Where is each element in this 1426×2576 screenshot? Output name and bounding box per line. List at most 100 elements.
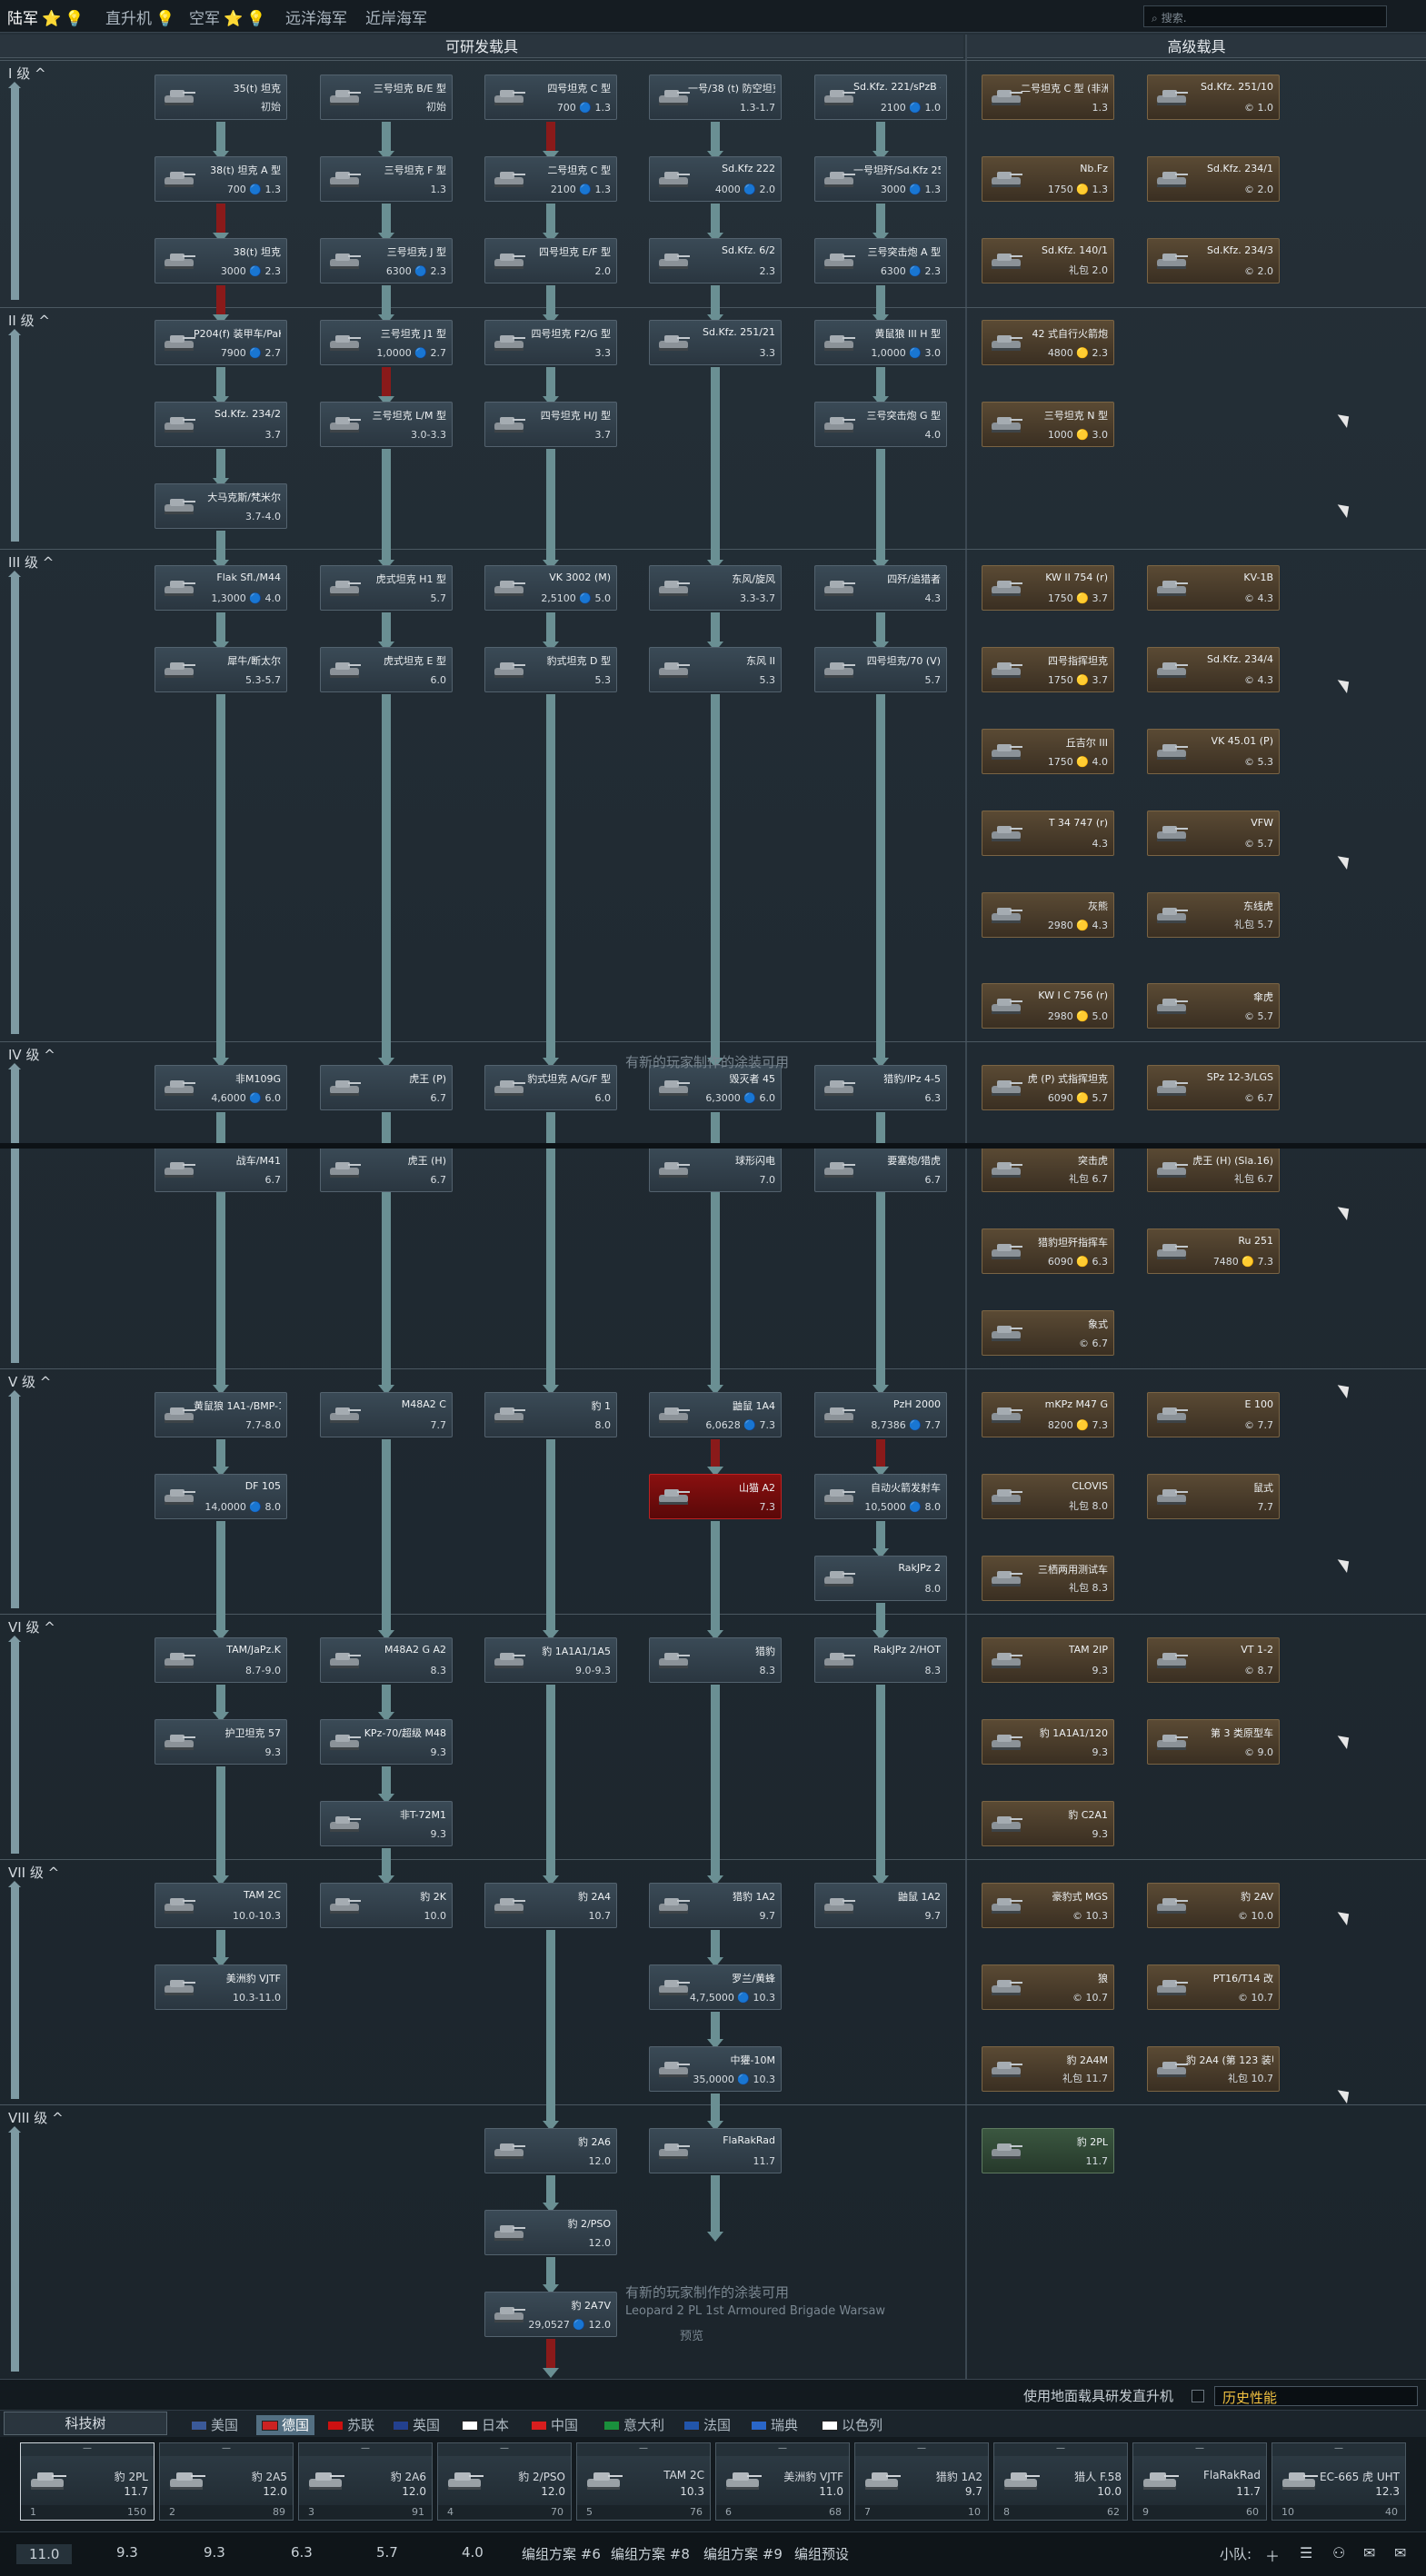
vehicle-card[interactable]: 猎豹/IPz 4-5 6.3 bbox=[814, 1065, 947, 1110]
preset-tab[interactable]: 编组预设 bbox=[794, 2544, 849, 2563]
vehicle-card[interactable]: 三号坦克 J1 型 1,0000 🔵 2.7 bbox=[320, 320, 453, 365]
vehicle-card[interactable]: 豹 1A1A1/1A5 9.0-9.3 bbox=[484, 1637, 617, 1683]
vehicle-card[interactable]: 山猫 A2 7.3 bbox=[649, 1474, 782, 1519]
preset-tab[interactable]: 编组方案 #8 bbox=[611, 2544, 690, 2563]
vehicle-card[interactable]: 虎 (P) 式指挥坦克 6090 🟡 5.7 bbox=[982, 1065, 1114, 1110]
vehicle-card[interactable]: Sd.Kfz. 6/2 2.3 bbox=[649, 238, 782, 283]
vehicle-card[interactable]: 黄鼠狼 1A1-/BMP-1 7.7-8.0 bbox=[155, 1392, 287, 1437]
vehicle-card[interactable]: KV-1B © 4.3 bbox=[1147, 565, 1280, 611]
tech-tree-button[interactable]: 科技树 bbox=[4, 2412, 167, 2435]
plus-icon[interactable]: ＋ bbox=[1265, 2544, 1280, 2566]
vehicle-card[interactable]: 豪豹式 MGS © 10.3 bbox=[982, 1883, 1114, 1928]
vehicle-card[interactable]: Ru 251 7480 🟡 7.3 bbox=[1147, 1228, 1280, 1274]
vehicle-card[interactable]: VFW © 5.7 bbox=[1147, 811, 1280, 856]
vehicle-card[interactable]: 豹式坦克 A/G/F 型 6.0 bbox=[484, 1065, 617, 1110]
nation-tab[interactable]: 德国 bbox=[256, 2415, 315, 2435]
crew-slot[interactable]: — 猎豹 1A2 9.7 7 10 bbox=[854, 2442, 989, 2521]
nation-tab[interactable]: 法国 bbox=[683, 2415, 731, 2435]
vehicle-card[interactable]: 35(t) 坦克 初始 bbox=[155, 75, 287, 120]
vehicle-card[interactable]: 鼬鼠 1A2 9.7 bbox=[814, 1883, 947, 1928]
vehicle-card[interactable]: 四号坦克 H/J 型 3.7 bbox=[484, 402, 617, 447]
list-icon[interactable]: ☰ bbox=[1300, 2544, 1312, 2561]
rank-label[interactable]: VIII 级 ^ bbox=[8, 2108, 64, 2127]
vehicle-card[interactable]: 猎豹 1A2 9.7 bbox=[649, 1883, 782, 1928]
vehicle-card[interactable]: VT 1-2 © 8.7 bbox=[1147, 1637, 1280, 1683]
vehicle-card[interactable]: 犀牛/断太尔 5.3-5.7 bbox=[155, 647, 287, 692]
vehicle-card[interactable]: Sd.Kfz. 221/sPzB 41 2100 🔵 1.0 bbox=[814, 75, 947, 120]
vehicle-card[interactable]: 东线虎 礼包 5.7 bbox=[1147, 892, 1280, 938]
vehicle-card[interactable]: 虎式坦克 E 型 6.0 bbox=[320, 647, 453, 692]
vehicle-card[interactable]: 豹式坦克 D 型 5.3 bbox=[484, 647, 617, 692]
preset-br-tab[interactable]: 9.3 bbox=[204, 2544, 225, 2561]
vehicle-card[interactable]: 四号坦克 F2/G 型 3.3 bbox=[484, 320, 617, 365]
vehicle-card[interactable]: 豹 2A4 10.7 bbox=[484, 1883, 617, 1928]
vehicle-card[interactable]: 三栖两用测试车 礼包 8.3 bbox=[982, 1556, 1114, 1601]
vehicle-card[interactable]: KPz-70/超级 M48 9.3 bbox=[320, 1719, 453, 1765]
crew-slot[interactable]: — 豹 2A6 12.0 3 91 bbox=[298, 2442, 433, 2521]
vehicle-card[interactable]: 豹 1A1A1/120 9.3 bbox=[982, 1719, 1114, 1765]
nation-tab[interactable]: 意大利 bbox=[603, 2415, 664, 2435]
vehicle-card[interactable]: 42 式自行火箭炮 4800 🟡 2.3 bbox=[982, 320, 1114, 365]
vehicle-card[interactable]: 东风 II 5.3 bbox=[649, 647, 782, 692]
preset-br-tab[interactable]: 9.3 bbox=[116, 2544, 138, 2561]
vehicle-card[interactable]: 豹 C2A1 9.3 bbox=[982, 1801, 1114, 1846]
crew-slot[interactable]: — 豹 2/PSO 12.0 4 70 bbox=[437, 2442, 572, 2521]
vehicle-card[interactable]: 要塞炮/猎虎 6.7 bbox=[814, 1147, 947, 1192]
vehicle-card[interactable]: 美洲豹 VJTF 10.3-11.0 bbox=[155, 1964, 287, 2010]
vehicle-card[interactable]: 四号坦克/70 (V) 5.7 bbox=[814, 647, 947, 692]
vehicle-card[interactable]: 狼 © 10.7 bbox=[982, 1964, 1114, 2010]
vehicle-card[interactable]: 黄鼠狼 III H 型 1,0000 🔵 3.0 bbox=[814, 320, 947, 365]
vehicle-card[interactable]: 三号突击炮 G 型 4.0 bbox=[814, 402, 947, 447]
vehicle-card[interactable]: 一号坦歼/Sd.Kfz 251 3000 🔵 1.3 bbox=[814, 156, 947, 202]
nation-tab[interactable]: 苏联 bbox=[327, 2415, 374, 2435]
vehicle-card[interactable]: 突击虎 礼包 6.7 bbox=[982, 1147, 1114, 1192]
vehicle-card[interactable]: 三号突击炮 A 型 6300 🔵 2.3 bbox=[814, 238, 947, 283]
vehicle-card[interactable]: 猎豹坦歼指挥车 6090 🟡 6.3 bbox=[982, 1228, 1114, 1274]
vehicle-card[interactable]: 豹 1 8.0 bbox=[484, 1392, 617, 1437]
vehicle-card[interactable]: 非T-72M1 9.3 bbox=[320, 1801, 453, 1846]
vehicle-card[interactable]: 四号坦克 C 型 700 🔵 1.3 bbox=[484, 75, 617, 120]
vehicle-card[interactable]: PT16/T14 改 © 10.7 bbox=[1147, 1964, 1280, 2010]
vehicle-card[interactable]: 三号坦克 N 型 1000 🟡 3.0 bbox=[982, 402, 1114, 447]
tab-ground[interactable]: 陆军 ⭐ 💡 bbox=[7, 5, 84, 28]
preview-link[interactable]: 预览 bbox=[680, 2326, 703, 2343]
vehicle-card[interactable]: 豹 2K 10.0 bbox=[320, 1883, 453, 1928]
rank-label[interactable]: VI 级 ^ bbox=[8, 1617, 55, 1636]
vehicle-card[interactable]: 虎王 (P) 6.7 bbox=[320, 1065, 453, 1110]
vehicle-card[interactable]: 傘虎 © 5.7 bbox=[1147, 983, 1280, 1029]
vehicle-card[interactable]: 虎王 (H) 6.7 bbox=[320, 1147, 453, 1192]
tab-bluewater-fleet[interactable]: 远洋海军 bbox=[285, 5, 347, 28]
historical-performance-select[interactable]: 历史性能 bbox=[1214, 2386, 1418, 2406]
crew-slot[interactable]: — 猎人 F.58 10.0 8 62 bbox=[993, 2442, 1128, 2521]
vehicle-card[interactable]: 战车/M41 6.7 bbox=[155, 1147, 287, 1192]
vehicle-card[interactable]: Sd.Kfz. 234/3 © 2.0 bbox=[1147, 238, 1280, 283]
vehicle-card[interactable]: 虎式坦克 H1 型 5.7 bbox=[320, 565, 453, 611]
vehicle-card[interactable]: Sd.Kfz. 234/4 © 4.3 bbox=[1147, 647, 1280, 692]
vehicle-card[interactable]: 象式 © 6.7 bbox=[982, 1310, 1114, 1356]
vehicle-card[interactable]: FlaRakRad 11.7 bbox=[649, 2128, 782, 2173]
vehicle-card[interactable]: 罗兰/黄蜂 4,7,5000 🔵 10.3 bbox=[649, 1964, 782, 2010]
vehicle-card[interactable]: RakJPz 2/HOT 8.3 bbox=[814, 1637, 947, 1683]
vehicle-card[interactable]: P204(f) 装甲车/PaK 7900 🔵 2.7 bbox=[155, 320, 287, 365]
tab-coastal-fleet[interactable]: 近岸海军 bbox=[365, 5, 427, 28]
vehicle-card[interactable]: 四号指挥坦克 1750 🟡 3.7 bbox=[982, 647, 1114, 692]
preset-tab[interactable]: 编组方案 #6 bbox=[522, 2544, 601, 2563]
vehicle-card[interactable]: mKPz M47 G 8200 🟡 7.3 bbox=[982, 1392, 1114, 1437]
mail-icon[interactable]: ✉ bbox=[1394, 2544, 1406, 2561]
vehicle-card[interactable]: 豹 2AV © 10.0 bbox=[1147, 1883, 1280, 1928]
vehicle-card[interactable]: Sd.Kfz. 234/2 3.7 bbox=[155, 402, 287, 447]
vehicle-card[interactable]: 三号坦克 L/M 型 3.0-3.3 bbox=[320, 402, 453, 447]
vehicle-card[interactable]: 三号坦克 B/E 型初始 bbox=[320, 75, 453, 120]
vehicle-card[interactable]: PzH 2000 8,7386 🔵 7.7 bbox=[814, 1392, 947, 1437]
vehicle-card[interactable]: 第 3 类原型车 © 9.0 bbox=[1147, 1719, 1280, 1765]
vehicle-card[interactable]: 球形闪电 7.0 bbox=[649, 1147, 782, 1192]
vehicle-card[interactable]: M48A2 C 7.7 bbox=[320, 1392, 453, 1437]
crew-slot[interactable]: — 豹 2A5 12.0 2 89 bbox=[159, 2442, 294, 2521]
rank-label[interactable]: II 级 ^ bbox=[8, 311, 50, 330]
vehicle-card[interactable]: 四号坦克 E/F 型 2.0 bbox=[484, 238, 617, 283]
search-input[interactable]: ⌕ 搜索. bbox=[1143, 5, 1387, 27]
vehicle-card[interactable]: 38(t) 坦克 3000 🔵 2.3 bbox=[155, 238, 287, 283]
vehicle-card[interactable]: 灰熊 2980 🟡 4.3 bbox=[982, 892, 1114, 938]
vehicle-card[interactable]: 豹 2A4M 礼包 11.7 bbox=[982, 2046, 1114, 2092]
chat-icon[interactable]: ✉ bbox=[1363, 2544, 1375, 2561]
